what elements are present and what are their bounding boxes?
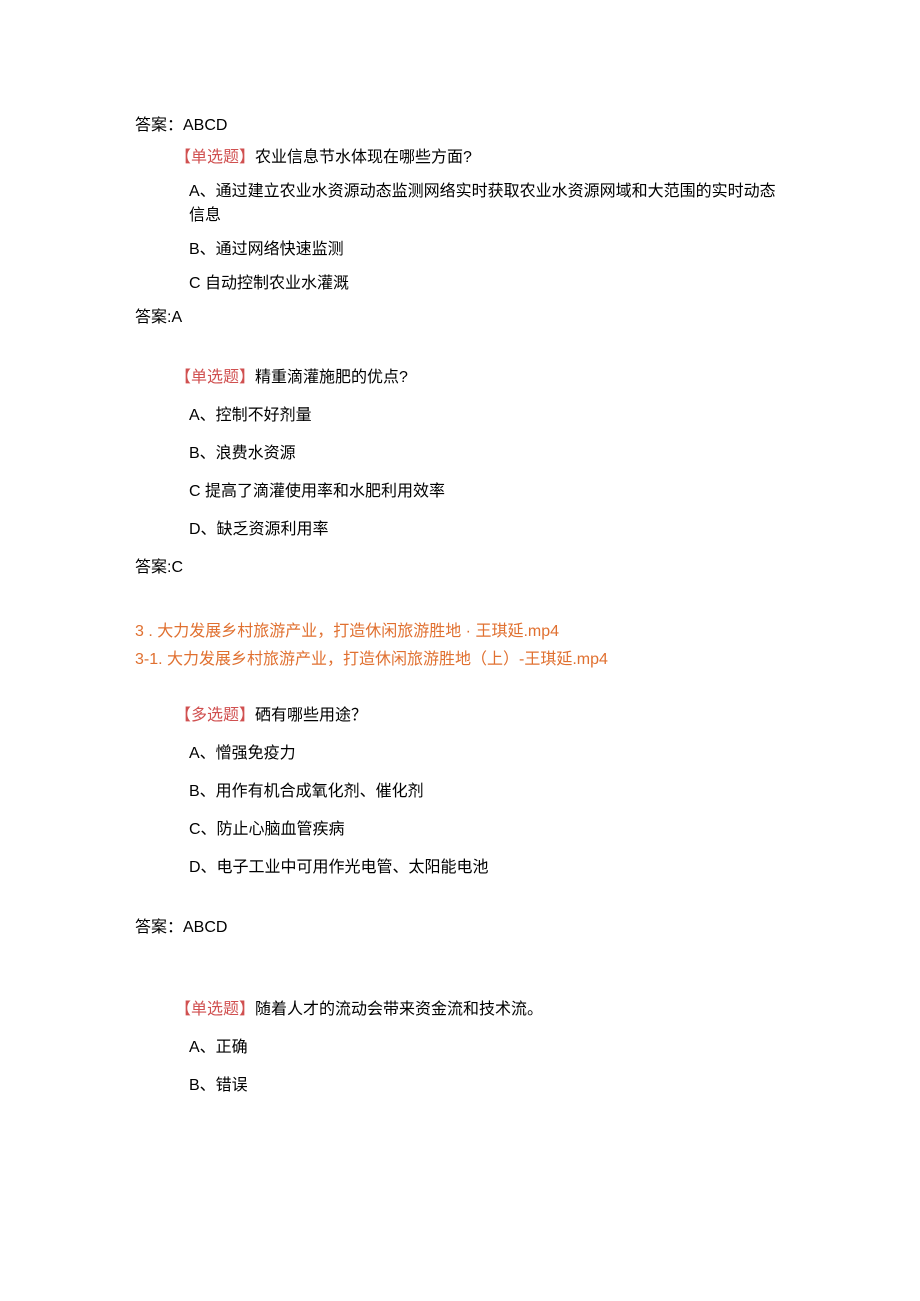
option-a: A、通过建立农业水资源动态监测网络实时获取农业水资源网域和大范围的实时动态信息	[189, 180, 785, 228]
option-a: A、正确	[189, 1036, 785, 1060]
question-tag-multi: 【多选题】	[175, 707, 255, 724]
question-text: 硒有哪些用途？	[255, 707, 367, 724]
question-block-q2: 【单选题】农业信息节水体现在哪些方面? A、通过建立农业水资源动态监测网络实时获…	[175, 146, 785, 296]
options-list: A、正确 B、错误	[175, 1036, 785, 1098]
option-b: B、通过网络快速监测	[189, 238, 785, 262]
question-tag-single: 【单选题】	[175, 369, 255, 386]
options-list: A、控制不好剂量 B、浪费水资源 C 提高了滴灌使用率和水肥利用效率 D、缺乏资…	[175, 404, 785, 542]
options-list: A、通过建立农业水资源动态监测网络实时获取农业水资源网域和大范围的实时动态信息 …	[175, 180, 785, 296]
option-d: D、缺乏资源利用率	[189, 518, 785, 542]
question-block-q4: 【多选题】硒有哪些用途？ A、憎强免疫力 B、用作有机合成氧化剂、催化剂 C、防…	[175, 704, 785, 880]
option-b: B、用作有机合成氧化剂、催化剂	[189, 780, 785, 804]
option-c: C 提高了滴灌使用率和水肥利用效率	[189, 480, 785, 504]
question-tag-single: 【单选题】	[175, 1001, 255, 1018]
question-block-q3: 【单选题】精重滴灌施肥的优点? A、控制不好剂量 B、浪费水资源 C 提高了滴灌…	[175, 366, 785, 542]
media-link-1[interactable]: 3 . 大力发展乡村旅游产业，打造休闲旅游胜地 · 王琪延.mp4	[135, 620, 785, 644]
options-list: A、憎强免疫力 B、用作有机合成氧化剂、催化剂 C、防止心脑血管疾病 D、电子工…	[175, 742, 785, 880]
answer-text-q4: 答案：ABCD	[135, 916, 785, 940]
option-c: C、防止心脑血管疾病	[189, 818, 785, 842]
answer-text-q1: 答案：ABCD	[135, 114, 785, 138]
document-page: 答案：ABCD 【单选题】农业信息节水体现在哪些方面? A、通过建立农业水资源动…	[0, 0, 920, 1301]
option-b: B、错误	[189, 1074, 785, 1098]
answer-text-q3: 答案:C	[135, 556, 785, 580]
option-a: A、憎强免疫力	[189, 742, 785, 766]
question-text: 农业信息节水体现在哪些方面?	[255, 149, 472, 166]
question-text: 精重滴灌施肥的优点?	[255, 369, 408, 386]
question-text: 随着人才的流动会带来资金流和技术流。	[255, 1001, 543, 1018]
question-block-q5: 【单选题】随着人才的流动会带来资金流和技术流。 A、正确 B、错误	[175, 998, 785, 1098]
option-c: C 自动控制农业水灌溉	[189, 272, 785, 296]
question-tag-single: 【单选题】	[175, 149, 255, 166]
option-d: D、电子工业中可用作光电管、太阳能电池	[189, 856, 785, 880]
option-a: A、控制不好剂量	[189, 404, 785, 428]
media-link-2[interactable]: 3-1. 大力发展乡村旅游产业，打造休闲旅游胜地（上）-王琪延.mp4	[135, 648, 785, 672]
answer-text-q2: 答案:A	[135, 306, 785, 330]
option-b: B、浪费水资源	[189, 442, 785, 466]
